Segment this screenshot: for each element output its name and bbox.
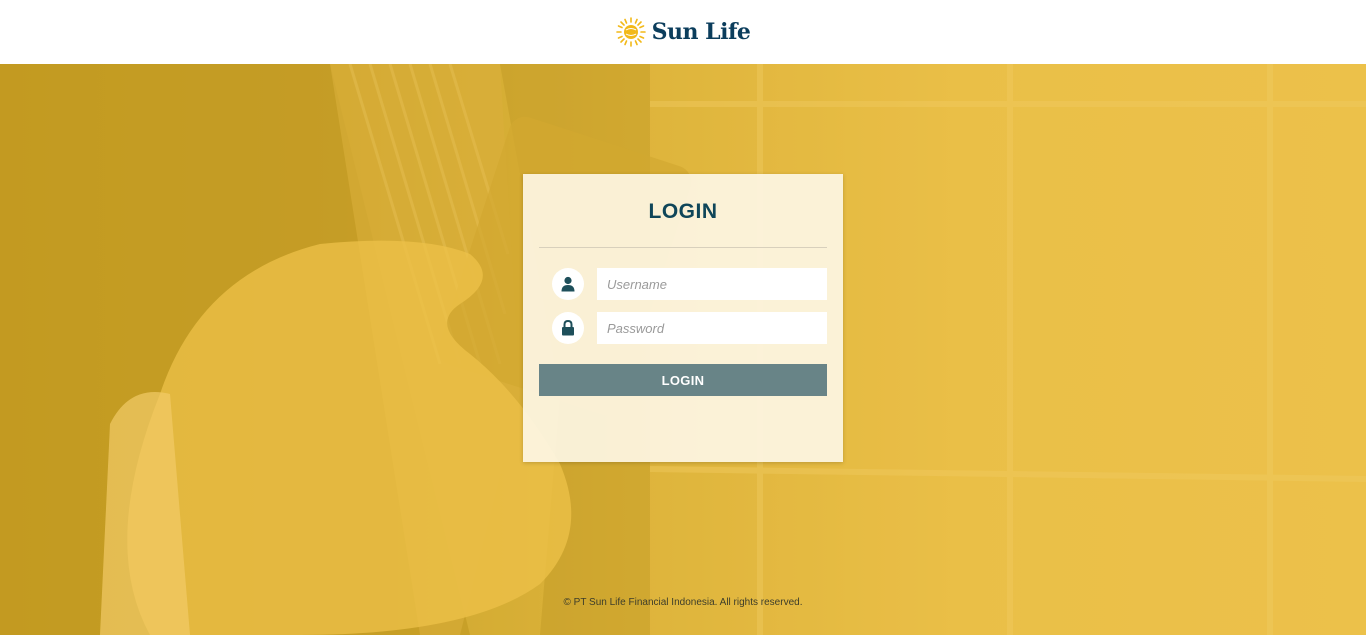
title-divider [539,247,827,248]
sun-logo-icon [615,17,646,47]
login-button[interactable]: LOGIN [539,364,827,396]
lock-icon [552,312,584,344]
login-card: LOGIN LOGIN [523,174,843,462]
copyright-text: © PT Sun Life Financial Indonesia. All r… [563,597,803,608]
top-header: Sun Life [0,0,1366,64]
brand-name: Sun Life [651,19,751,45]
brand-logo[interactable]: Sun Life [615,17,751,47]
user-icon [552,268,584,300]
password-input[interactable] [597,312,827,344]
hero-background: LOGIN LOGIN © PT Sun Life Financial Indo… [0,64,1366,635]
username-input[interactable] [597,268,827,300]
login-title: LOGIN [648,200,718,223]
